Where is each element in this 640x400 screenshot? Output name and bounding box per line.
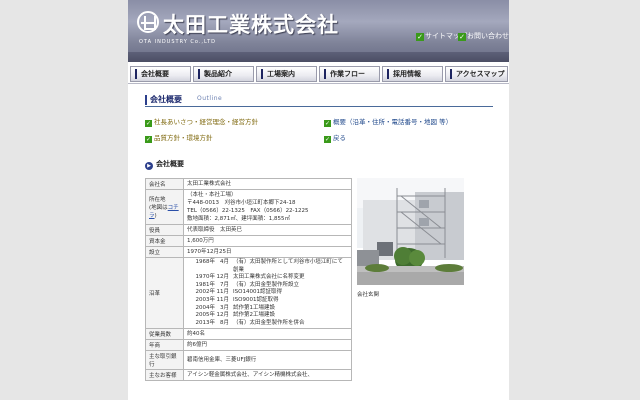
table-row: 資本金 1,600万円	[145, 235, 352, 247]
row-value: 太田工業株式会社	[183, 178, 352, 190]
row-value: アイシン軽金属株式会社、アイシン精機株式会社、	[183, 369, 352, 382]
link-policy-label: 社長あいさつ・経営理念・経営方針	[154, 118, 258, 126]
section-title: 会社概要	[150, 95, 182, 104]
history-cell: 1968年 4月 （有）太田製作所として刈谷市小垣江町にて 創業 1970年 12月太…	[183, 256, 352, 330]
nav-divider	[128, 83, 509, 84]
history-item: 1968年 4月 （有）太田製作所として刈谷市小垣江町にて	[195, 259, 343, 265]
row-key: 設立	[145, 246, 184, 258]
table-row: 会社名 太田工業株式会社	[145, 178, 352, 190]
address-line: 敷地面積：2,871㎡、建坪面積：1,855㎡	[187, 216, 290, 222]
history-item: 2002年 11月 ISO14001認証取得	[195, 289, 282, 296]
nav-item-access[interactable]: アクセスマップ	[445, 66, 508, 82]
history-item: 2003年 11月 ISO9001認証取得	[195, 296, 279, 303]
link-outline-label: 概要（沿革・住所・電話番号・地図 等）	[333, 118, 453, 126]
table-row: 役員 代表取締役 太田英巳	[145, 224, 352, 236]
row-key: 主なお客様	[145, 369, 184, 382]
table-row: 従業員数 約40名	[145, 328, 352, 341]
row-key: 所在地 (地図はコチラ)	[145, 189, 184, 225]
subheading: ▶ 会社概要	[145, 159, 184, 170]
nav-item-factory[interactable]: 工場案内	[256, 66, 317, 82]
check-icon: ✓	[324, 136, 331, 143]
link-back-label: 戻る	[333, 134, 346, 142]
address-line: TEL（0566）22-1325 FAX（0566）22-1225	[187, 208, 309, 214]
photo-caption: 会社玄関	[357, 292, 380, 298]
main-nav: 会社概要 製品紹介 工場案内 作業フロー 採用情報 アクセスマップ	[128, 66, 509, 82]
row-key: 資本金	[145, 235, 184, 247]
row-value: 1970年12月25日	[183, 246, 352, 258]
table-row: 所在地 (地図はコチラ) （本社・本社工場） 〒448-0013 刈谷市小垣江町本…	[145, 189, 352, 225]
subheading-label: 会社概要	[156, 160, 184, 168]
nav-item-recruit[interactable]: 採用情報	[382, 66, 443, 82]
row-value: 約6億円	[183, 339, 352, 352]
contact-label: お問い合わせ	[467, 32, 509, 40]
link-quality[interactable]: ✓ 品質方針・環境方針	[145, 132, 213, 143]
row-key: 役員	[145, 224, 184, 236]
company-info-table: 会社名 太田工業株式会社 所在地 (地図はコチラ) （本社・本社工場） 〒448-…	[145, 178, 352, 382]
table-row: 年商 約6億円	[145, 339, 352, 352]
table-row: 沿革 1968年 4月 （有）太田製作所として刈谷市小垣江町にて 創業 1970年 1…	[145, 256, 352, 330]
company-entrance-photo	[357, 178, 464, 285]
row-key: 会社名	[145, 178, 184, 190]
check-icon: ✓	[145, 120, 152, 127]
history-item: 2005年 12月 試作第2工場建設	[195, 312, 276, 319]
check-icon: ✓	[458, 33, 466, 41]
check-icon: ✓	[324, 120, 331, 127]
link-quality-label: 品質方針・環境方針	[154, 134, 213, 142]
map-link[interactable]: コチラ	[149, 205, 179, 219]
row-value: 代表取締役 太田英巳	[183, 224, 352, 236]
section-heading: 会社概要 Outline	[145, 94, 493, 107]
link-outline[interactable]: ✓ 概要（沿革・住所・電話番号・地図 等）	[324, 116, 452, 127]
nav-item-products[interactable]: 製品紹介	[193, 66, 254, 82]
address-cell: （本社・本社工場） 〒448-0013 刈谷市小垣江町本郷下24-18 TEL（…	[183, 189, 352, 225]
row-value: 約40名	[183, 328, 352, 341]
history-item: 1970年 12月 太田工業株式会社に名称変更	[195, 274, 305, 281]
company-logo-icon[interactable]	[137, 11, 159, 33]
link-policy[interactable]: ✓ 社長あいさつ・経営理念・経営方針	[145, 116, 258, 127]
table-row: 主な取引銀行 碧南信用金庫、三菱UFJ銀行	[145, 350, 352, 371]
nav-item-workflow[interactable]: 作業フロー	[319, 66, 380, 82]
building-photo-image	[357, 178, 464, 285]
site-header: 太田工業株式会社 OTA INDUSTRY Co.,LTD ✓ サイトマップ ✓ お…	[128, 0, 509, 62]
nav-item-outline[interactable]: 会社概要	[130, 66, 191, 82]
row-value: 碧南信用金庫、三菱UFJ銀行	[183, 350, 352, 371]
link-back[interactable]: ✓ 戻る	[324, 132, 346, 143]
arrow-circle-icon: ▶	[145, 162, 153, 170]
history-item: 2013年 8月 （有）太田金型製作所を併合	[195, 319, 305, 326]
contact-link[interactable]: ✓ お問い合わせ	[458, 31, 509, 41]
row-key: 従業員数	[145, 328, 184, 341]
section-subtitle: Outline	[197, 95, 223, 102]
check-icon: ✓	[145, 136, 152, 143]
address-line: （本社・本社工場）	[187, 192, 237, 198]
company-name-en: OTA INDUSTRY Co.,LTD	[139, 39, 217, 45]
row-key: 沿革	[145, 256, 184, 330]
company-name[interactable]: 太田工業株式会社	[163, 9, 339, 39]
check-icon: ✓	[416, 33, 424, 41]
table-row: 設立 1970年12月25日	[145, 246, 352, 258]
row-value: 1,600万円	[183, 235, 352, 247]
table-row: 主なお客様 アイシン軽金属株式会社、アイシン精機株式会社、	[145, 369, 352, 382]
address-line: 〒448-0013 刈谷市小垣江町本郷下24-18	[187, 200, 296, 206]
row-key: 年商	[145, 339, 184, 352]
page: 太田工業株式会社 OTA INDUSTRY Co.,LTD ✓ サイトマップ ✓ お…	[128, 0, 509, 400]
row-key: 主な取引銀行	[145, 350, 184, 371]
